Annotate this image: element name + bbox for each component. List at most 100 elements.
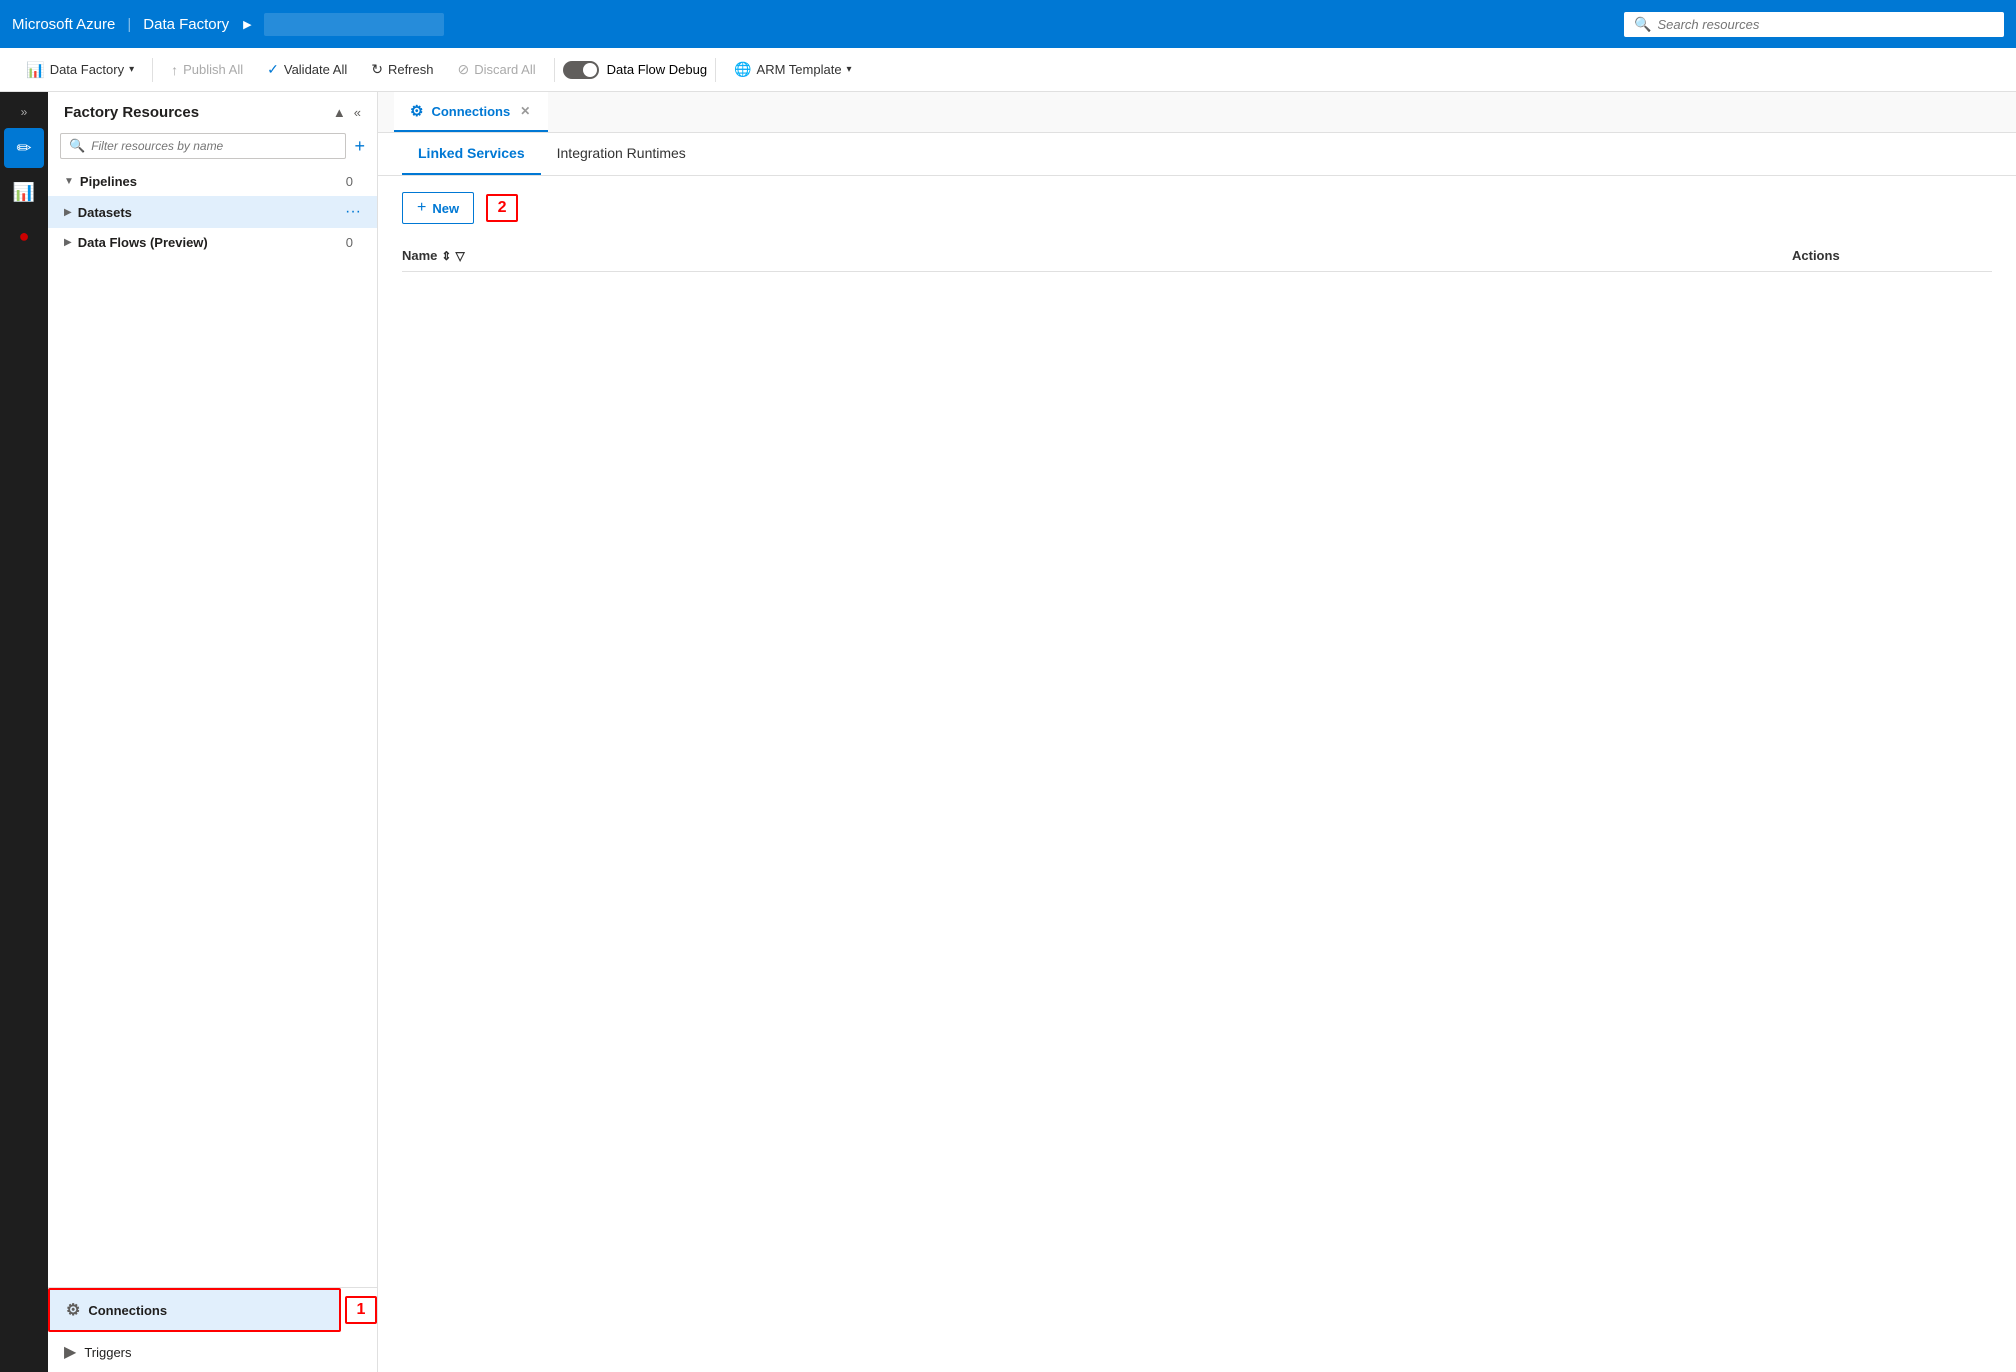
add-resource-button[interactable]: + (354, 136, 365, 157)
tree-item-pipelines[interactable]: ▼ Pipelines 0 (48, 167, 377, 196)
arm-template-button[interactable]: 🌐 ARM Template ▾ (724, 55, 861, 84)
new-btn-row: + New 2 (402, 192, 1992, 224)
connections-row: ⚙ Connections 1 (48, 1288, 377, 1332)
data-flows-count: 0 (346, 235, 353, 250)
tree-section: ▼ Pipelines 0 ▶ Datasets ··· ▶ Data Flow… (48, 167, 377, 257)
search-icon: 🔍 (1634, 16, 1651, 33)
tree-item-datasets[interactable]: ▶ Datasets ··· (48, 196, 377, 228)
toolbar-divider-2 (554, 58, 555, 82)
tab-bar: ⚙ Connections ✕ (378, 92, 2016, 133)
filter-resources-input[interactable] (91, 139, 337, 153)
publish-all-label: Publish All (183, 62, 243, 77)
resources-header: Factory Resources ▲ « (48, 92, 377, 129)
validate-all-label: Validate All (284, 62, 347, 77)
nav-arrow-icon: ▶ (243, 18, 251, 31)
linked-services-tab[interactable]: Linked Services (402, 133, 541, 175)
search-bar[interactable]: 🔍 (1624, 12, 2004, 37)
annotation-1: 1 (345, 1296, 377, 1324)
actions-header-label: Actions (1792, 248, 1840, 263)
publish-icon: ↑ (171, 62, 178, 78)
content-body: + New 2 Name ⇕ ▽ Actions (378, 176, 2016, 1372)
content-tabs: Linked Services Integration Runtimes (378, 133, 2016, 176)
connections-tab-label: Connections (431, 104, 510, 119)
collapse-up-icon[interactable]: ▲ (333, 105, 346, 120)
refresh-icon: ↻ (371, 61, 383, 78)
factory-resources-title: Factory Resources (64, 104, 199, 121)
annotation-2: 2 (486, 194, 518, 222)
connections-tab[interactable]: ⚙ Connections ✕ (394, 92, 548, 132)
toolbar-divider-1 (152, 58, 153, 82)
expand-icon: » (21, 105, 28, 119)
filter-icon[interactable]: ▽ (455, 249, 464, 263)
sidebar-monitor-button[interactable]: ● (4, 216, 44, 256)
nav-separator: | (127, 16, 131, 33)
new-linked-service-button[interactable]: + New (402, 192, 474, 224)
datasets-label: Datasets (78, 205, 345, 220)
resources-header-icons: ▲ « (333, 105, 361, 120)
sidebar-pipeline-button[interactable]: 📊 (4, 172, 44, 212)
resources-search-row: 🔍 + (48, 129, 377, 167)
datasets-arrow-icon: ▶ (64, 207, 72, 218)
linked-services-table-body (402, 272, 1992, 672)
content-area: ⚙ Connections ✕ Linked Services Integrat… (378, 92, 2016, 1372)
triggers-icon: ▶ (64, 1342, 76, 1362)
discard-icon: ⊘ (457, 61, 469, 78)
pipelines-label: Pipelines (80, 174, 346, 189)
connections-nav-item[interactable]: ⚙ Connections (48, 1288, 341, 1332)
validate-all-button[interactable]: ✓ Validate All (257, 55, 357, 84)
search-small-icon: 🔍 (69, 138, 85, 154)
integration-runtimes-tab[interactable]: Integration Runtimes (541, 133, 702, 175)
integration-runtimes-tab-label: Integration Runtimes (557, 145, 686, 161)
new-label: New (432, 201, 459, 216)
sort-icon[interactable]: ⇕ (441, 249, 451, 263)
data-factory-chevron-icon: ▾ (129, 64, 134, 75)
breadcrumb-input[interactable] (264, 13, 444, 36)
icon-sidebar: » ✏ 📊 ● (0, 92, 48, 1372)
data-factory-label: Data Factory (50, 62, 124, 77)
datasets-dots-icon[interactable]: ··· (345, 203, 361, 221)
search-input[interactable] (1657, 17, 1994, 32)
arm-template-label: ARM Template (757, 62, 842, 77)
publish-all-button[interactable]: ↑ Publish All (161, 56, 253, 84)
arm-icon: 🌐 (734, 61, 751, 78)
triggers-label: Triggers (84, 1345, 131, 1360)
brand-label: Microsoft Azure | Data Factory ▶ (12, 16, 252, 33)
collapse-left-icon[interactable]: « (354, 105, 361, 120)
name-header-label: Name (402, 248, 437, 263)
actions-column-header: Actions (1792, 248, 1992, 263)
discard-all-label: Discard All (474, 62, 535, 77)
name-column-header: Name ⇕ ▽ (402, 248, 1792, 263)
connections-tab-icon: ⚙ (410, 102, 423, 120)
expand-sidebar-button[interactable]: » (4, 100, 44, 124)
connections-tab-close[interactable]: ✕ (518, 104, 532, 118)
data-flow-debug-group: Data Flow Debug (563, 61, 707, 79)
toolbar: 📊 Data Factory ▾ ↑ Publish All ✓ Validat… (0, 48, 2016, 92)
linked-services-tab-label: Linked Services (418, 145, 525, 161)
sidebar-pencil-button[interactable]: ✏ (4, 128, 44, 168)
arm-chevron-icon: ▾ (847, 64, 852, 75)
pencil-icon: ✏ (16, 138, 31, 159)
data-flows-arrow-icon: ▶ (64, 237, 72, 248)
connections-nav-label: Connections (88, 1303, 167, 1318)
app-name-label: Data Factory (143, 16, 229, 33)
microsoft-azure-label: Microsoft Azure (12, 16, 115, 33)
data-flow-debug-label: Data Flow Debug (607, 62, 707, 77)
resources-search-box[interactable]: 🔍 (60, 133, 346, 159)
discard-all-button[interactable]: ⊘ Discard All (447, 55, 545, 84)
top-navbar: Microsoft Azure | Data Factory ▶ 🔍 (0, 0, 2016, 48)
triggers-nav-item[interactable]: ▶ Triggers (48, 1332, 377, 1372)
new-plus-icon: + (417, 199, 426, 217)
pipeline-icon: 📊 (13, 182, 35, 203)
table-header: Name ⇕ ▽ Actions (402, 240, 1992, 272)
resources-bottom: ⚙ Connections 1 ▶ Triggers (48, 1287, 377, 1372)
refresh-label: Refresh (388, 62, 434, 77)
refresh-button[interactable]: ↻ Refresh (361, 55, 443, 84)
monitor-icon: ● (19, 226, 30, 247)
connections-icon: ⚙ (66, 1300, 80, 1320)
data-factory-button[interactable]: 📊 Data Factory ▾ (16, 55, 144, 85)
tree-item-data-flows[interactable]: ▶ Data Flows (Preview) 0 (48, 228, 377, 257)
data-flow-debug-toggle[interactable] (563, 61, 599, 79)
resources-panel: Factory Resources ▲ « 🔍 + ▼ Pipelines 0 (48, 92, 378, 1372)
pipelines-count: 0 (346, 174, 353, 189)
data-factory-icon: 📊 (26, 61, 45, 79)
